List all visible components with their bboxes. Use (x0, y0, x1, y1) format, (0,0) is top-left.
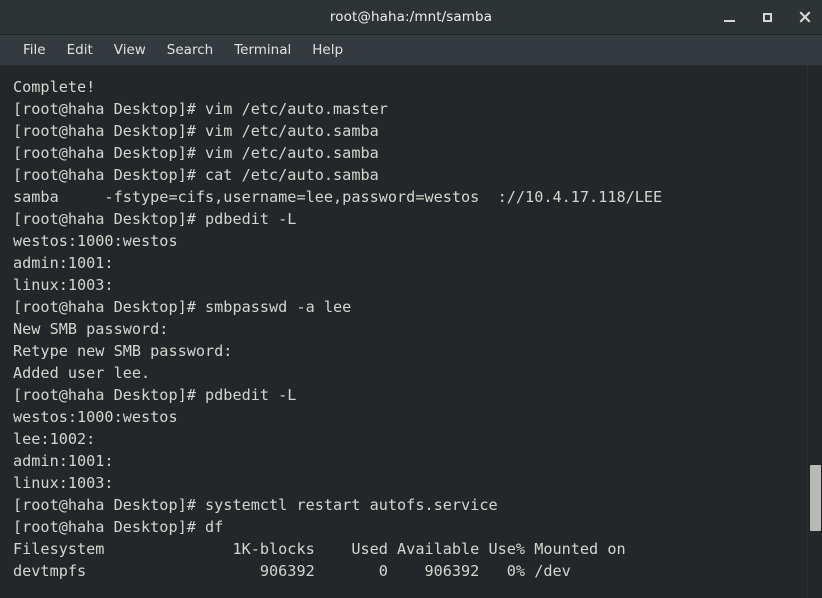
terminal-line: [root@haha Desktop]# vim /etc/auto.samba (13, 144, 379, 162)
minimize-icon[interactable] (720, 8, 738, 26)
terminal-line: westos:1000:westos (13, 232, 178, 250)
menu-bar: File Edit View Search Terminal Help (0, 35, 822, 66)
terminal-window: root@haha:/mnt/samba File Edit View Sear… (0, 0, 822, 598)
terminal-line: [root@haha Desktop]# pdbedit -L (13, 386, 297, 404)
close-icon[interactable] (796, 8, 814, 26)
terminal-body[interactable]: Complete! [root@haha Desktop]# vim /etc/a… (0, 66, 822, 598)
menu-item-help[interactable]: Help (303, 40, 352, 61)
terminal-line: linux:1003: (13, 276, 114, 294)
terminal-line: [root@haha Desktop]# cat /etc/auto.samba (13, 166, 379, 184)
terminal-line: samba -fstype=cifs,username=lee,password… (13, 188, 663, 206)
terminal-line: [root@haha Desktop]# systemctl restart a… (13, 496, 498, 514)
menu-item-file[interactable]: File (14, 40, 55, 61)
terminal-left-margin (0, 100, 7, 598)
terminal-line: westos:1000:westos (13, 408, 178, 426)
terminal-line: Filesystem 1K-blocks Used Available Use%… (13, 540, 626, 558)
window-title: root@haha:/mnt/samba (329, 9, 493, 25)
terminal-line: Added user lee. (13, 364, 151, 382)
terminal-line: [root@haha Desktop]# pdbedit -L (13, 210, 297, 228)
maximize-icon[interactable] (758, 8, 776, 26)
terminal-line: Retype new SMB password: (13, 342, 233, 360)
terminal-line: linux:1003: (13, 474, 114, 492)
menu-item-terminal[interactable]: Terminal (225, 40, 300, 61)
title-bar[interactable]: root@haha:/mnt/samba (0, 0, 822, 35)
terminal-line: devtmpfs 906392 0 906392 0% /dev (13, 562, 571, 580)
terminal-line: admin:1001: (13, 452, 114, 470)
menu-item-edit[interactable]: Edit (58, 40, 102, 61)
menu-item-search[interactable]: Search (158, 40, 222, 61)
menu-item-view[interactable]: View (105, 40, 155, 61)
terminal-line: [root@haha Desktop]# df (13, 518, 224, 536)
terminal-line: [root@haha Desktop]# smbpasswd -a lee (13, 298, 352, 316)
terminal-scrollbar[interactable] (807, 66, 822, 598)
terminal-line: New SMB password: (13, 320, 169, 338)
terminal-line: admin:1001: (13, 254, 114, 272)
window-controls (720, 0, 814, 34)
terminal-line: [root@haha Desktop]# vim /etc/auto.maste… (13, 100, 388, 118)
terminal-line: Complete! (13, 78, 96, 96)
scrollbar-thumb[interactable] (810, 465, 821, 531)
terminal-output[interactable]: Complete! [root@haha Desktop]# vim /etc/a… (13, 76, 802, 598)
terminal-line: [root@haha Desktop]# vim /etc/auto.samba (13, 122, 379, 140)
terminal-line: lee:1002: (13, 430, 96, 448)
